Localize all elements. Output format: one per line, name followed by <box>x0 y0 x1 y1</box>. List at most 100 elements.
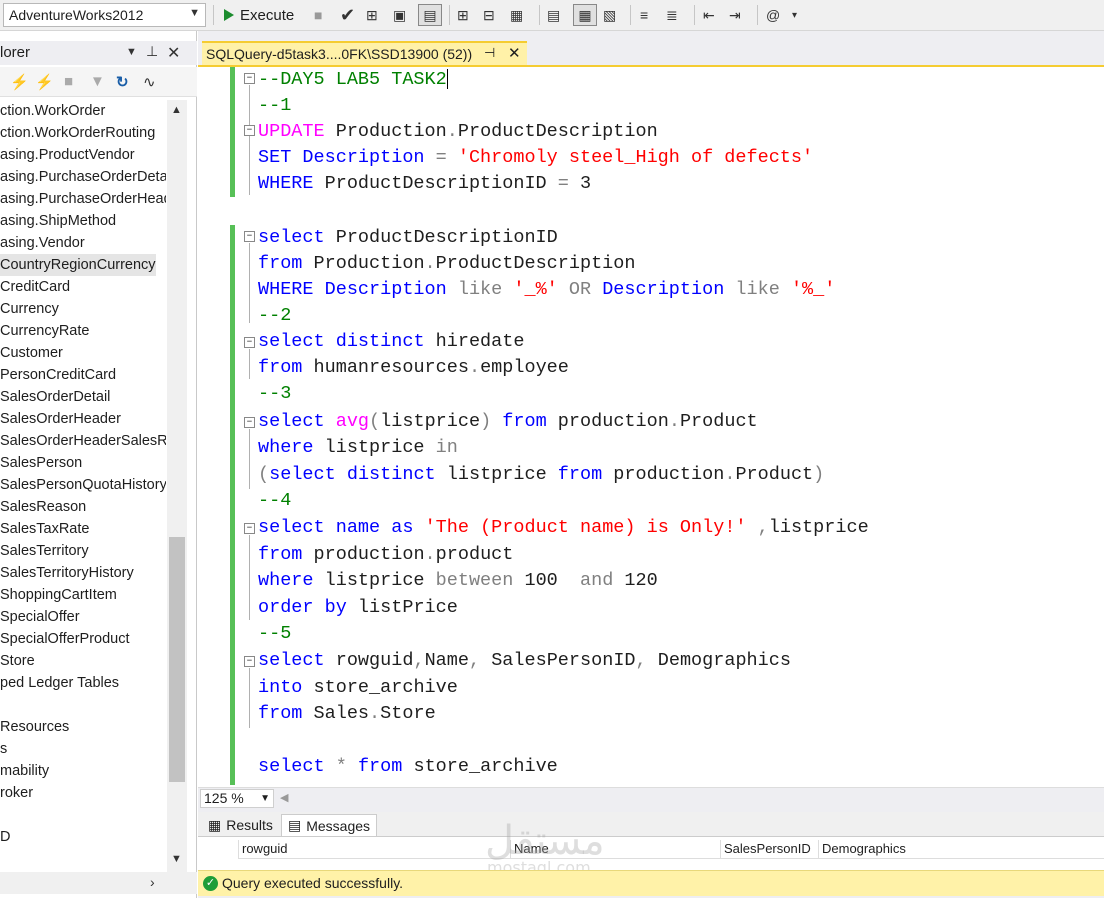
collapse-toggle[interactable]: − <box>244 417 255 428</box>
keyword: distinct <box>324 331 425 352</box>
tree-item[interactable]: CurrencyRate <box>0 320 89 342</box>
live-stats-icon[interactable]: ⊟ <box>483 4 495 26</box>
database-selector[interactable]: AdventureWorks2012 ▼ <box>3 3 206 27</box>
pin-icon[interactable]: ⊥ <box>146 43 158 60</box>
keyword: UPDATE <box>258 121 325 142</box>
display-plan-icon[interactable]: ⊞ <box>366 4 378 26</box>
tree-item[interactable]: asing.ShipMethod <box>0 210 116 232</box>
keyword: from <box>258 544 303 565</box>
uncomment-icon[interactable]: ≣ <box>666 4 678 26</box>
comment: --3 <box>258 383 292 404</box>
tree-item[interactable]: ction.WorkOrderRouting <box>0 122 155 144</box>
parse-check-icon[interactable]: ✔ <box>340 4 355 26</box>
tree-item[interactable]: roker <box>0 782 33 804</box>
tree-item[interactable]: asing.PurchaseOrderHead <box>0 188 166 210</box>
tree-item[interactable]: SpecialOffer <box>0 606 80 628</box>
table-row[interactable] <box>238 858 1104 870</box>
tree-item[interactable]: ction.WorkOrder <box>0 100 105 122</box>
tree-item[interactable]: SalesOrderHeaderSalesRe <box>0 430 166 452</box>
tree-item[interactable]: asing.PurchaseOrderDetai <box>0 166 166 188</box>
results-to-text-icon[interactable]: ▤ <box>547 4 560 26</box>
filter-icon[interactable]: ▼ <box>90 73 105 90</box>
decrease-indent-icon[interactable]: ⇤ <box>703 4 715 26</box>
tab-messages-label: Messages <box>306 817 371 834</box>
collapse-toggle[interactable]: − <box>244 656 255 667</box>
tree-item[interactable]: SpecialOfferProduct <box>0 628 130 650</box>
execute-button[interactable]: Execute <box>224 4 294 26</box>
tree-item[interactable]: CountryRegionCurrency <box>0 254 156 276</box>
query-designer-icon[interactable]: ▣ <box>393 4 406 26</box>
tree-vertical-scrollbar[interactable]: ▲ ▼ <box>167 100 187 872</box>
tree-item[interactable]: SalesReason <box>0 496 86 518</box>
collapse-toggle[interactable]: − <box>244 125 255 136</box>
collapse-toggle[interactable]: − <box>244 73 255 84</box>
column-header[interactable]: SalesPersonID <box>720 840 818 858</box>
chevron-up-icon[interactable]: ▲ <box>171 104 182 116</box>
chevron-down-icon[interactable]: ▼ <box>171 853 182 865</box>
window-position-icon[interactable]: ▼ <box>126 46 137 58</box>
include-plan-icon[interactable]: ⊞ <box>457 4 469 26</box>
code-area[interactable]: --DAY5 LAB5 TASK2 --1 UPDATE Production.… <box>258 67 1104 787</box>
chevron-right-icon[interactable]: › <box>150 874 155 890</box>
collapse-toggle[interactable]: − <box>244 231 255 242</box>
tree-item[interactable]: Resources <box>0 716 69 738</box>
stop-icon[interactable]: ■ <box>64 73 73 90</box>
tree-item[interactable]: Store <box>0 650 35 672</box>
results-to-file-icon[interactable]: ▤ <box>418 4 442 26</box>
tree-item[interactable]: SalesPersonQuotaHistory <box>0 474 166 496</box>
close-icon[interactable]: ✕ <box>508 44 521 62</box>
results-grid[interactable]: rowguid Name SalesPersonID Demographics <box>198 836 1104 870</box>
close-icon[interactable]: ✕ <box>167 43 180 63</box>
tree-item[interactable]: s <box>0 738 7 760</box>
tab-sqlquery[interactable]: SQLQuery-d5task3....0FK\SSD13900 (52)) ⊣… <box>202 41 527 65</box>
tab-messages[interactable]: ▤ Messages <box>281 814 378 836</box>
tree-item[interactable]: SalesTaxRate <box>0 518 89 540</box>
tree-item[interactable]: ShoppingCartItem <box>0 584 117 606</box>
success-check-icon: ✓ <box>203 876 218 891</box>
code-line: from production.product <box>258 542 513 568</box>
keyword: as <box>391 517 414 538</box>
query-editor[interactable]: − − − − − − − --DAY5 LAB5 TASK2 --1 UPDA… <box>198 67 1104 787</box>
tree-item[interactable]: ped Ledger Tables <box>0 672 119 694</box>
tab-results[interactable]: ▦ Results <box>202 814 279 836</box>
scroll-left-icon[interactable]: ◀ <box>280 791 288 804</box>
client-stats-icon[interactable]: ▦ <box>510 4 523 26</box>
zoom-select[interactable]: 125 % ▼ <box>200 789 274 808</box>
comment-icon[interactable]: ≡ <box>640 4 648 26</box>
activity-monitor-icon[interactable]: ∿ <box>143 73 156 91</box>
tree-horizontal-scrollbar[interactable]: › <box>0 872 197 894</box>
tree-item[interactable]: SalesTerritory <box>0 540 89 562</box>
collapse-toggle[interactable]: − <box>244 337 255 348</box>
scroll-thumb[interactable] <box>169 537 185 782</box>
operator: , <box>413 650 425 671</box>
zoom-value: 125 % <box>204 790 244 806</box>
column-header[interactable]: Name <box>510 840 720 858</box>
column-header[interactable]: Demographics <box>818 840 1104 858</box>
tree-item[interactable]: Currency <box>0 298 59 320</box>
increase-indent-icon[interactable]: ⇥ <box>729 4 741 26</box>
tree-item[interactable]: asing.ProductVendor <box>0 144 135 166</box>
results-file-icon[interactable]: ▧ <box>603 4 616 26</box>
operator: and <box>579 570 614 591</box>
operator: like <box>735 279 780 300</box>
connect-icon[interactable]: ⚡ <box>10 73 29 91</box>
disconnect-icon[interactable]: ⚡ <box>35 73 54 91</box>
tree-item[interactable]: Customer <box>0 342 63 364</box>
specify-values-icon[interactable]: @ <box>766 4 780 26</box>
tree-item[interactable]: SalesOrderDetail <box>0 386 110 408</box>
tree-item[interactable]: SalesPerson <box>0 452 82 474</box>
tree-item[interactable]: CreditCard <box>0 276 70 298</box>
toolbar-overflow-icon[interactable]: ▾ <box>792 4 797 26</box>
tree-item[interactable]: mability <box>0 760 49 782</box>
collapse-toggle[interactable]: − <box>244 523 255 534</box>
tree-item[interactable]: SalesOrderHeader <box>0 408 121 430</box>
refresh-icon[interactable]: ↻ <box>116 73 129 91</box>
column-header[interactable]: rowguid <box>238 840 510 858</box>
tree-item[interactable]: asing.Vendor <box>0 232 85 254</box>
tree-item[interactable]: PersonCreditCard <box>0 364 116 386</box>
stop-icon[interactable]: ■ <box>314 4 322 26</box>
pin-icon[interactable]: ⊣ <box>484 45 495 61</box>
results-to-grid-icon[interactable]: ▦ <box>573 4 597 26</box>
tree-item[interactable]: D <box>0 826 10 848</box>
tree-item[interactable]: SalesTerritoryHistory <box>0 562 134 584</box>
